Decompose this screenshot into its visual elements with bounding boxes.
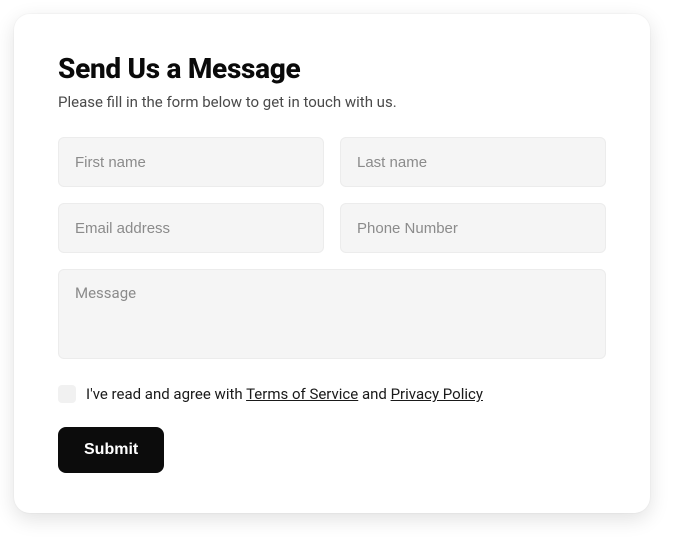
last-name-field[interactable] xyxy=(340,137,606,187)
page-subtitle: Please fill in the form below to get in … xyxy=(58,93,606,111)
tos-link[interactable]: Terms of Service xyxy=(246,385,358,403)
consent-prefix: I've read and agree with xyxy=(86,385,246,403)
email-field[interactable] xyxy=(58,203,324,253)
consent-checkbox[interactable] xyxy=(58,385,76,403)
privacy-link[interactable]: Privacy Policy xyxy=(391,385,483,403)
name-row xyxy=(58,137,606,187)
consent-middle: and xyxy=(358,385,390,403)
consent-row: I've read and agree with Terms of Servic… xyxy=(58,385,606,403)
page-title: Send Us a Message xyxy=(58,52,606,85)
contact-form: I've read and agree with Terms of Servic… xyxy=(58,137,606,473)
message-field[interactable] xyxy=(58,269,606,359)
submit-button[interactable]: Submit xyxy=(58,427,164,473)
consent-text: I've read and agree with Terms of Servic… xyxy=(86,385,483,403)
contact-row xyxy=(58,203,606,253)
contact-form-card: Send Us a Message Please fill in the for… xyxy=(14,14,650,513)
first-name-field[interactable] xyxy=(58,137,324,187)
phone-field[interactable] xyxy=(340,203,606,253)
